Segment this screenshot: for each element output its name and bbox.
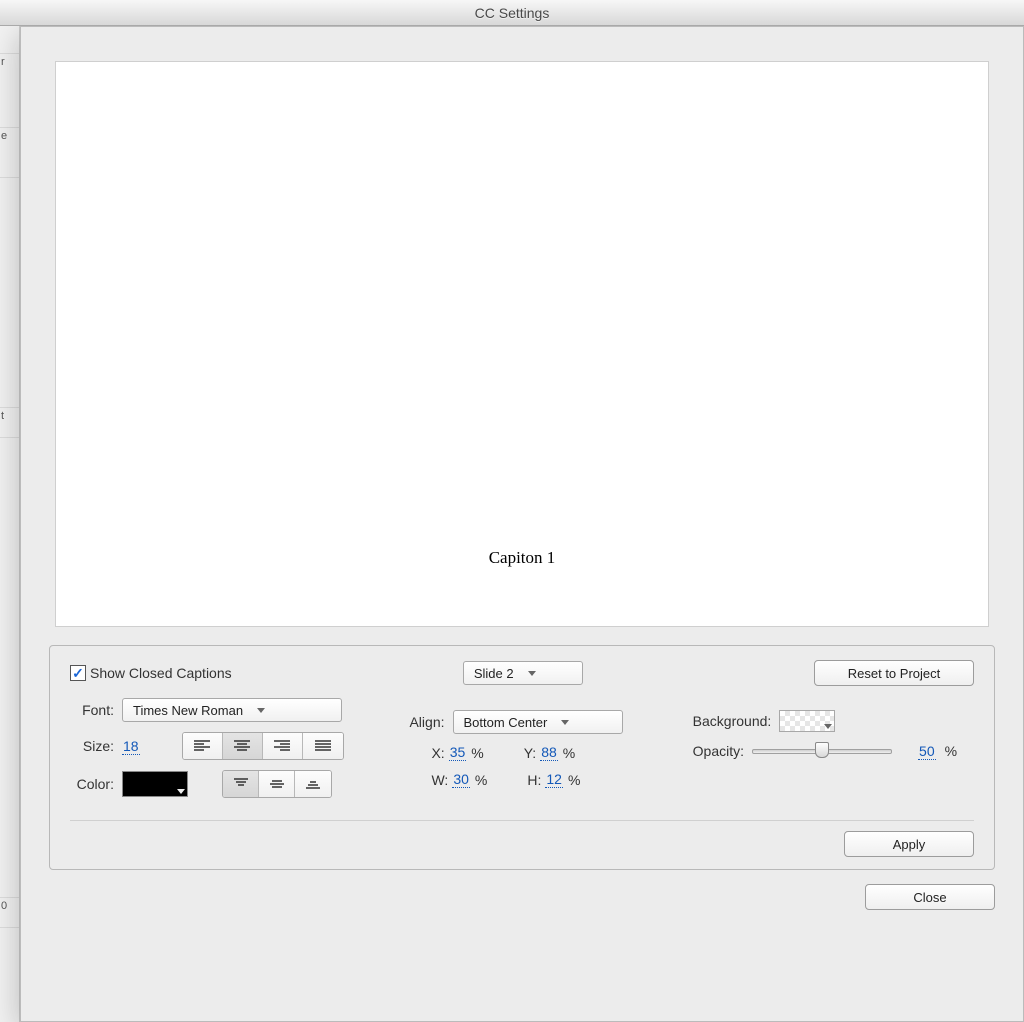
divider bbox=[70, 820, 974, 821]
chevron-down-icon bbox=[257, 708, 265, 713]
chevron-down-icon bbox=[824, 724, 832, 729]
align-select[interactable]: Bottom Center bbox=[453, 710, 623, 734]
align-select-value: Bottom Center bbox=[464, 715, 548, 730]
font-label: Font: bbox=[70, 702, 114, 718]
background-label: Background: bbox=[693, 713, 772, 729]
x-label: X: bbox=[431, 745, 444, 761]
vertical-align-group bbox=[222, 770, 332, 798]
window-titlebar: CC Settings bbox=[0, 0, 1024, 26]
close-btn-label: Close bbox=[913, 890, 946, 905]
align-right-button[interactable] bbox=[263, 733, 303, 759]
w-value[interactable]: 30 bbox=[452, 771, 470, 788]
w-label: W: bbox=[431, 772, 448, 788]
chevron-down-icon bbox=[561, 720, 569, 725]
y-label: Y: bbox=[524, 745, 536, 761]
color-label: Color: bbox=[70, 776, 114, 792]
check-icon: ✓ bbox=[70, 665, 86, 681]
size-label: Size: bbox=[70, 738, 114, 754]
h-value[interactable]: 12 bbox=[545, 771, 563, 788]
font-select-value: Times New Roman bbox=[133, 703, 243, 718]
color-picker[interactable] bbox=[122, 771, 188, 797]
align-label: Align: bbox=[409, 714, 444, 730]
y-value[interactable]: 88 bbox=[540, 744, 558, 761]
background-picker[interactable] bbox=[779, 710, 835, 732]
reset-btn-label: Reset to Project bbox=[848, 666, 941, 681]
close-button[interactable]: Close bbox=[865, 884, 995, 910]
valign-middle-button[interactable] bbox=[259, 771, 295, 797]
caption-preview: Capiton 1 bbox=[55, 61, 989, 627]
slider-thumb[interactable] bbox=[815, 742, 829, 758]
font-select[interactable]: Times New Roman bbox=[122, 698, 342, 722]
settings-panel: ✓ Show Closed Captions Slide 2 Reset to … bbox=[49, 645, 995, 870]
show-cc-checkbox[interactable]: ✓ Show Closed Captions bbox=[70, 665, 232, 681]
opacity-label: Opacity: bbox=[693, 743, 744, 759]
text-align-group bbox=[182, 732, 344, 760]
valign-top-button[interactable] bbox=[223, 771, 259, 797]
reset-to-project-button[interactable]: Reset to Project bbox=[814, 660, 974, 686]
valign-bottom-button[interactable] bbox=[295, 771, 331, 797]
size-value[interactable]: 18 bbox=[122, 738, 140, 755]
chevron-down-icon bbox=[177, 789, 185, 794]
align-justify-button[interactable] bbox=[303, 733, 343, 759]
slide-select-value: Slide 2 bbox=[474, 666, 514, 681]
slide-select[interactable]: Slide 2 bbox=[463, 661, 583, 685]
h-label: H: bbox=[527, 772, 541, 788]
window-title: CC Settings bbox=[475, 5, 550, 21]
show-cc-label: Show Closed Captions bbox=[90, 665, 232, 681]
preview-caption-text: Capiton 1 bbox=[489, 548, 556, 568]
dialog-body: Capiton 1 ✓ Show Closed Captions Slide 2… bbox=[20, 26, 1024, 1022]
x-value[interactable]: 35 bbox=[449, 744, 467, 761]
chevron-down-icon bbox=[528, 671, 536, 676]
align-left-button[interactable] bbox=[183, 733, 223, 759]
apply-button[interactable]: Apply bbox=[844, 831, 974, 857]
opacity-value[interactable]: 50 bbox=[918, 743, 936, 760]
opacity-slider[interactable] bbox=[752, 742, 892, 760]
apply-btn-label: Apply bbox=[893, 837, 926, 852]
align-center-button[interactable] bbox=[223, 733, 263, 759]
background-panel: Z r e t 0 bbox=[0, 0, 20, 1022]
